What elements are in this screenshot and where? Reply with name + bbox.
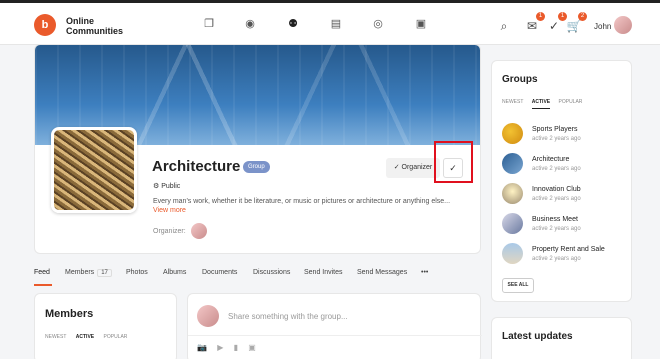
activity-icon[interactable]: ❐ <box>201 16 217 32</box>
video-icon[interactable]: ▶ <box>217 343 223 352</box>
groups-icon[interactable]: ⚉ <box>285 16 301 32</box>
group-description: Every man's work, whether it be literatu… <box>153 198 451 205</box>
view-more-link[interactable]: View more <box>153 207 186 214</box>
privacy-label: ⚙ Public <box>153 182 180 190</box>
divider <box>188 335 482 336</box>
group-name[interactable]: Sports Players <box>532 126 578 133</box>
chat-icon[interactable]: ▤ <box>328 16 344 32</box>
top-bar: b Online Communities ❐ ◉ ⚉ ▤ ◎ ▣ ⌕ ✉ 1 ✓ 1… <box>0 0 660 46</box>
group-name[interactable]: Business Meet <box>532 216 578 223</box>
tab-documents[interactable]: Documents <box>202 269 237 276</box>
camera-icon[interactable]: ◎ <box>370 16 386 32</box>
active-tab-indicator <box>34 284 52 286</box>
more-tabs-button[interactable]: ••• <box>421 269 428 276</box>
list-item[interactable]: Property Rent and Sale active 2 years ag… <box>502 243 627 267</box>
cart-icon[interactable]: 🛒 2 <box>566 12 587 34</box>
group-avatar <box>51 127 137 213</box>
group-title: Architecture <box>152 158 241 175</box>
group-meta: active 2 years ago <box>532 256 581 262</box>
notifications-icon[interactable]: ✓ 1 <box>546 12 567 34</box>
document-icon[interactable]: ▣ <box>413 16 429 32</box>
filter-newest[interactable]: NEWEST <box>502 99 523 105</box>
composer-actions: 📷 ▶ ▮ ▣ <box>197 343 264 352</box>
tab-members[interactable]: Members 17 <box>65 269 112 277</box>
privacy-text: Public <box>161 183 181 190</box>
group-thumb <box>502 213 523 234</box>
groups-filters: NEWEST ACTIVE POPULAR <box>502 99 589 109</box>
messages-badge: 1 <box>536 12 545 21</box>
tab-albums[interactable]: Albums <box>163 269 186 276</box>
groups-title: Groups <box>502 74 538 85</box>
list-item[interactable]: Architecture active 2 years ago <box>502 153 627 177</box>
brand-name[interactable]: Online Communities <box>66 16 123 36</box>
search-icon[interactable]: ⌕ <box>496 18 512 34</box>
see-all-button[interactable]: SEE ALL <box>502 278 534 293</box>
groups-widget: Groups NEWEST ACTIVE POPULAR Sports Play… <box>491 60 632 302</box>
members-count: 17 <box>97 269 112 277</box>
globe-icon: ⚙ <box>153 183 160 190</box>
tab-send-invites[interactable]: Send Invites <box>304 269 343 276</box>
post-input[interactable]: Share something with the group... <box>228 312 348 321</box>
group-thumb <box>502 183 523 204</box>
group-meta: active 2 years ago <box>532 166 581 172</box>
group-meta: active 2 years ago <box>532 136 581 142</box>
group-meta: active 2 years ago <box>532 196 581 202</box>
group-name[interactable]: Innovation Club <box>532 186 581 193</box>
filter-popular[interactable]: POPULAR <box>559 99 583 105</box>
tab-photos[interactable]: Photos <box>126 269 148 276</box>
tab-members-label: Members <box>65 269 95 276</box>
list-item[interactable]: Innovation Club active 2 years ago <box>502 183 627 207</box>
gif-icon[interactable]: ▣ <box>248 343 256 352</box>
members-title: Members <box>45 308 94 320</box>
organizer-avatar[interactable] <box>191 223 207 239</box>
group-name[interactable]: Architecture <box>532 156 569 163</box>
tab-send-messages[interactable]: Send Messages <box>357 269 407 276</box>
group-thumb <box>502 243 523 264</box>
group-meta: active 2 years ago <box>532 226 581 232</box>
organizer-button[interactable]: ✓ Organizer <box>386 158 440 178</box>
organizer-label: Organizer: <box>153 228 186 235</box>
latest-updates-title: Latest updates <box>502 331 573 342</box>
composer-avatar <box>197 305 219 327</box>
group-name[interactable]: Property Rent and Sale <box>532 246 605 253</box>
brand-logo[interactable]: b <box>34 14 56 36</box>
members-widget: Members NEWEST ACTIVE POPULAR <box>34 293 177 359</box>
list-item[interactable]: Sports Players active 2 years ago <box>502 123 627 147</box>
document-attach-icon[interactable]: ▮ <box>234 343 238 352</box>
members-filters: NEWEST ACTIVE POPULAR <box>45 334 135 340</box>
photo-icon[interactable]: 📷 <box>197 343 207 352</box>
group-header-card: Architecture Group ⚙ Public Every man's … <box>34 44 481 254</box>
tab-discussions[interactable]: Discussions <box>253 269 290 276</box>
user-name[interactable]: John <box>594 22 611 31</box>
user-icon[interactable]: ◉ <box>242 16 258 32</box>
post-composer: Share something with the group... 📷 ▶ ▮ … <box>187 293 482 359</box>
group-thumb <box>502 123 523 144</box>
filter-popular[interactable]: POPULAR <box>104 334 128 340</box>
user-avatar[interactable] <box>614 16 632 34</box>
highlight-box <box>434 141 473 183</box>
group-thumb <box>502 153 523 174</box>
filter-active[interactable]: ACTIVE <box>531 99 551 109</box>
group-type-badge: Group <box>243 161 270 173</box>
messages-icon[interactable]: ✉ 1 <box>524 12 545 34</box>
latest-updates-widget: Latest updates <box>491 317 632 359</box>
list-item[interactable]: Business Meet active 2 years ago <box>502 213 627 237</box>
filter-newest[interactable]: NEWEST <box>45 334 66 340</box>
tab-feed[interactable]: Feed <box>34 269 50 276</box>
cart-badge: 2 <box>578 12 587 21</box>
filter-active[interactable]: ACTIVE <box>76 334 94 340</box>
